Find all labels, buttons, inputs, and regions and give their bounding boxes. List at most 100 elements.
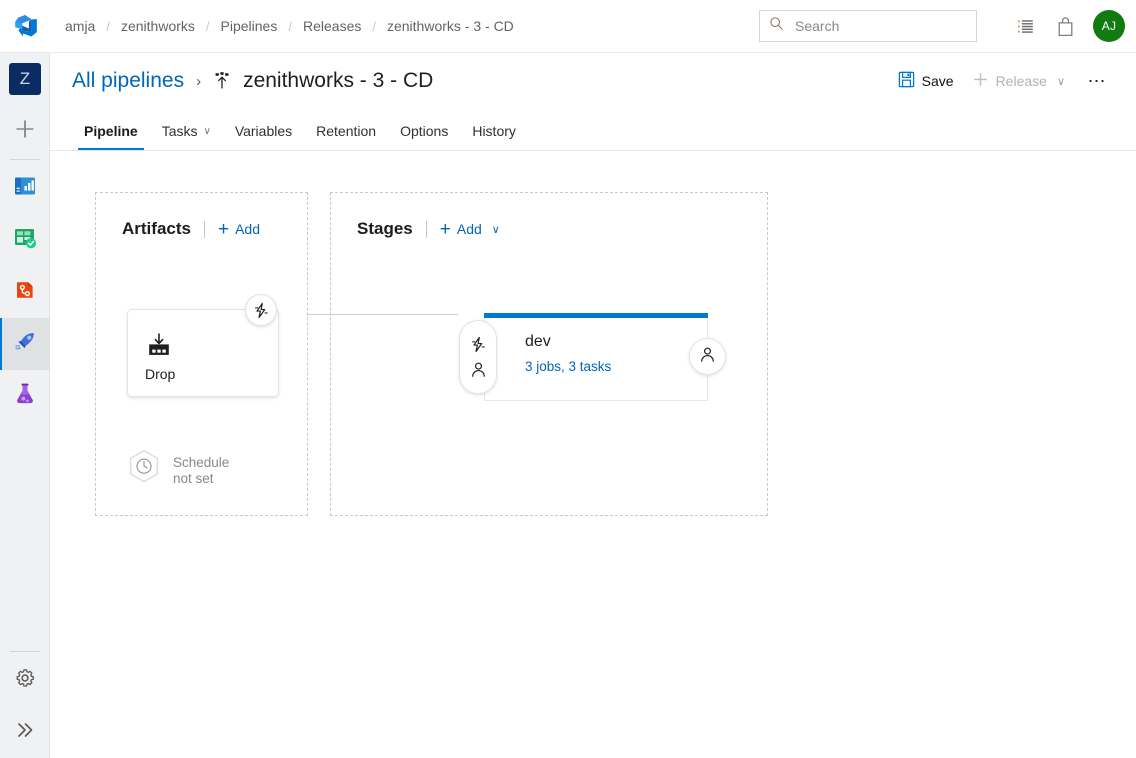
global-header: amja / zenithworks / Pipelines / Release… — [0, 0, 1136, 53]
breadcrumb-item-releases[interactable]: Releases — [301, 18, 363, 34]
artifacts-panel-header: Artifacts + Add — [96, 193, 307, 239]
post-deployment-approval-icon — [699, 346, 716, 368]
header-actions: AJ — [759, 6, 1136, 46]
tab-history[interactable]: History — [460, 123, 528, 150]
save-button[interactable]: Save — [889, 64, 963, 98]
save-icon — [898, 71, 915, 91]
overview-icon — [12, 173, 38, 204]
sidebar-item-pipelines[interactable] — [0, 318, 50, 370]
sidebar-item-test-plans[interactable] — [0, 370, 50, 422]
test-plans-icon — [12, 381, 38, 412]
search-icon — [769, 16, 784, 36]
plus-icon: + — [218, 220, 229, 239]
marketplace-bag-icon[interactable] — [1045, 6, 1085, 46]
schedule-status-text: Schedule not set — [173, 455, 229, 487]
breadcrumb-separator: / — [197, 19, 219, 34]
left-rail: Z — [0, 53, 50, 758]
schedule-trigger[interactable]: Schedule not set — [127, 449, 229, 492]
sidebar-item-repos[interactable] — [0, 266, 50, 318]
command-bar: All pipelines › zenithworks - 3 - CD — [50, 53, 1136, 109]
artifacts-panel: Artifacts + Add — [95, 192, 308, 516]
chevron-down-icon: ∨ — [492, 223, 500, 236]
rail-divider — [10, 159, 40, 160]
breadcrumb-item-pipelines[interactable]: Pipelines — [219, 18, 280, 34]
breadcrumb-separator: / — [97, 19, 119, 34]
chevron-down-icon: ∨ — [1057, 75, 1065, 88]
tab-bar: Pipeline Tasks ∨ Variables Retention Opt… — [50, 109, 1136, 151]
page-title: zenithworks - 3 - CD — [243, 69, 433, 93]
continuous-deployment-trigger-icon[interactable] — [245, 294, 277, 326]
tab-retention-label: Retention — [316, 123, 376, 139]
breadcrumb-separator: / — [363, 19, 385, 34]
sidebar-item-expand-rail[interactable] — [0, 706, 50, 758]
tab-tasks-label: Tasks — [162, 123, 198, 139]
pre-deployment-trigger-icon[interactable] — [470, 336, 487, 353]
tab-variables-label: Variables — [235, 123, 292, 139]
add-stage-label: Add — [457, 221, 482, 237]
breadcrumb-item-current[interactable]: zenithworks - 3 - CD — [385, 18, 516, 34]
add-artifact-button[interactable]: + Add — [218, 220, 260, 239]
stages-title: Stages — [357, 219, 413, 239]
all-pipelines-link[interactable]: All pipelines — [72, 69, 184, 93]
repos-icon — [12, 277, 38, 308]
pipelines-icon — [12, 329, 38, 360]
add-artifact-label: Add — [235, 221, 260, 237]
artifacts-title: Artifacts — [122, 219, 191, 239]
divider — [426, 221, 427, 238]
artifact-to-stage-connector — [308, 314, 458, 315]
pre-deployment-approval-icon[interactable] — [470, 361, 487, 378]
tab-retention[interactable]: Retention — [304, 123, 388, 150]
chevron-down-icon: ∨ — [203, 126, 210, 137]
avatar[interactable]: AJ — [1093, 10, 1125, 42]
more-actions-button[interactable]: ⋯ — [1080, 64, 1114, 98]
sidebar-item-boards[interactable] — [0, 214, 50, 266]
tab-pipeline[interactable]: Pipeline — [72, 123, 150, 150]
tab-history-label: History — [472, 123, 516, 139]
boards-icon[interactable] — [1005, 6, 1045, 46]
stage-jobs-tasks-link[interactable]: 3 jobs, 3 tasks — [525, 359, 611, 374]
tab-tasks[interactable]: Tasks ∨ — [150, 123, 223, 150]
sidebar-item-project[interactable]: Z — [0, 53, 50, 105]
stage-node-dev[interactable]: dev 3 jobs, 3 tasks — [484, 318, 708, 401]
breadcrumb-item-project[interactable]: zenithworks — [119, 18, 197, 34]
sidebar-item-overview[interactable] — [0, 162, 50, 214]
azure-devops-logo-icon[interactable] — [0, 0, 52, 52]
rail-bottom-group — [0, 649, 50, 758]
gear-icon — [14, 667, 36, 694]
page-title-group: All pipelines › zenithworks - 3 - CD — [72, 69, 433, 93]
plus-icon — [14, 118, 36, 145]
tab-variables[interactable]: Variables — [223, 123, 304, 150]
build-artifact-icon — [146, 332, 172, 363]
page-content: All pipelines › zenithworks - 3 - CD — [50, 53, 1136, 758]
sidebar-item-new[interactable] — [0, 105, 50, 157]
search-input[interactable] — [793, 17, 967, 35]
release-button-label: Release — [996, 73, 1047, 89]
add-stage-button[interactable]: + Add ∨ — [440, 220, 500, 239]
rail-divider — [10, 651, 40, 652]
release-button[interactable]: Release ∨ — [963, 64, 1074, 98]
title-chevron-icon: › — [196, 73, 201, 90]
project-avatar: Z — [9, 63, 41, 95]
search-box[interactable] — [759, 10, 977, 42]
tab-options[interactable]: Options — [388, 123, 460, 150]
command-bar-actions: Save Release ∨ ⋯ — [889, 64, 1114, 98]
pipeline-canvas: Artifacts + Add — [50, 151, 1136, 756]
stages-panel: Stages + Add ∨ dev 3 jobs, 3 tasks — [330, 192, 768, 516]
post-deployment-conditions-badge[interactable] — [689, 338, 726, 375]
tab-pipeline-label: Pipeline — [84, 123, 138, 139]
chevron-double-right-icon — [14, 719, 36, 746]
stage-name: dev — [525, 333, 551, 351]
tab-options-label: Options — [400, 123, 448, 139]
sidebar-item-project-settings[interactable] — [0, 654, 50, 706]
stages-panel-header: Stages + Add ∨ — [331, 193, 767, 239]
pre-deployment-conditions-badge[interactable] — [459, 320, 497, 394]
artifact-label: Drop — [145, 366, 175, 382]
breadcrumb-item-org[interactable]: amja — [63, 18, 97, 34]
breadcrumb: amja / zenithworks / Pipelines / Release… — [63, 18, 516, 34]
boards-icon — [12, 225, 38, 256]
schedule-clock-icon — [127, 449, 161, 492]
plus-icon: + — [440, 220, 451, 239]
schedule-line1: Schedule — [173, 455, 229, 470]
save-button-label: Save — [922, 73, 954, 89]
divider — [204, 221, 205, 238]
